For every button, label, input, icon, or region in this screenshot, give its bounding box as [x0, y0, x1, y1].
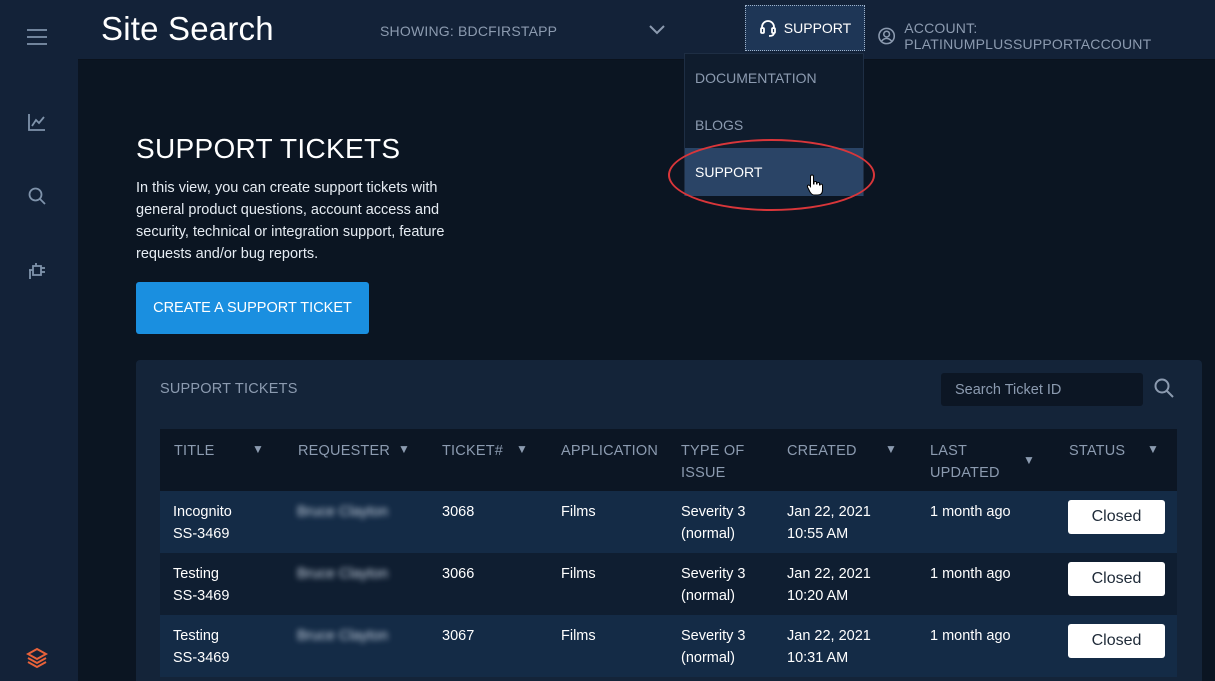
- top-bar: Site Search SHOWING: BDCFIRSTAPP SUPPORT…: [78, 0, 1215, 60]
- support-menu-button[interactable]: SUPPORT: [745, 5, 865, 51]
- headset-icon: [759, 20, 776, 37]
- panel-title: SUPPORT TICKETS: [160, 381, 298, 397]
- column-header-last-updated[interactable]: LAST UPDATED: [930, 440, 1000, 484]
- cell-created: Jan 22, 2021 10:31 AM: [787, 625, 871, 669]
- status-badge[interactable]: Closed: [1068, 624, 1165, 658]
- sidebar: [0, 0, 78, 681]
- cell-ticket-number: 3066: [442, 566, 475, 582]
- column-header-created[interactable]: CREATED: [787, 440, 857, 462]
- created-date: Jan 22, 2021: [787, 504, 871, 520]
- user-circle-icon: [878, 27, 896, 45]
- column-header-requester[interactable]: REQUESTER: [298, 440, 390, 462]
- cell-requester: Bruce Clayton: [297, 504, 389, 520]
- layers-logo-icon[interactable]: [24, 645, 50, 671]
- plug-icon[interactable]: [24, 258, 50, 284]
- sort-arrow-icon[interactable]: ▼: [1023, 453, 1035, 467]
- cell-application: Films: [561, 566, 596, 582]
- created-date: Jan 22, 2021: [787, 628, 871, 644]
- cell-type-of-issue: Severity 3 (normal): [681, 625, 745, 669]
- header-line: UPDATED: [930, 465, 1000, 481]
- cell-created: Jan 22, 2021 10:55 AM: [787, 501, 871, 545]
- page-description: In this view, you can create support tic…: [136, 180, 445, 262]
- type-line: Severity 3: [681, 628, 746, 644]
- search-icon[interactable]: [1153, 377, 1175, 399]
- cell-created: Jan 22, 2021 10:20 AM: [787, 563, 871, 607]
- created-time: 10:55 AM: [787, 526, 849, 542]
- header-line: ISSUE: [681, 465, 726, 481]
- support-button-label: SUPPORT: [783, 20, 852, 36]
- account-menu[interactable]: ACCOUNT: PLATINUMPLUSSUPPORTACCOUNT: [878, 20, 1215, 52]
- chart-icon[interactable]: [24, 109, 50, 135]
- ticket-search-input[interactable]: [941, 373, 1143, 406]
- tickets-table: TITLE ▼ REQUESTER ▼ TICKET# ▼ APPLICATIO…: [160, 429, 1177, 677]
- title-line: Incognito: [173, 504, 232, 520]
- cell-ticket-number: 3067: [442, 628, 475, 644]
- cell-application: Films: [561, 504, 596, 520]
- table-header: TITLE ▼ REQUESTER ▼ TICKET# ▼ APPLICATIO…: [160, 429, 1177, 491]
- title-line: SS-3469: [173, 650, 230, 666]
- sort-arrow-icon[interactable]: ▼: [885, 442, 897, 456]
- cell-requester: Bruce Clayton: [297, 628, 389, 644]
- column-header-ticket[interactable]: TICKET#: [442, 440, 503, 462]
- cell-requester: Bruce Clayton: [297, 566, 389, 582]
- chevron-down-icon[interactable]: [647, 20, 667, 40]
- column-header-application: APPLICATION: [561, 443, 659, 459]
- cell-title: Incognito SS-3469: [173, 501, 232, 545]
- type-line: Severity 3: [681, 504, 746, 520]
- type-line: (normal): [681, 526, 735, 542]
- column-header-title[interactable]: TITLE: [174, 440, 214, 462]
- cell-title: Testing SS-3469: [173, 625, 229, 669]
- header-line: LAST: [930, 443, 968, 459]
- menu-item-documentation[interactable]: DOCUMENTATION: [685, 54, 863, 101]
- title-line: SS-3469: [173, 526, 230, 542]
- table-row[interactable]: Incognito SS-3469 Bruce Clayton 3068 Fil…: [160, 491, 1177, 553]
- support-dropdown-menu: DOCUMENTATION BLOGS SUPPORT: [684, 53, 864, 196]
- type-line: (normal): [681, 588, 735, 604]
- status-badge[interactable]: Closed: [1068, 562, 1165, 596]
- account-label: ACCOUNT: PLATINUMPLUSSUPPORTACCOUNT: [904, 20, 1152, 52]
- title-line: Testing: [173, 628, 219, 644]
- cell-application: Films: [561, 628, 596, 644]
- app-title: Site Search: [101, 10, 274, 47]
- type-line: Severity 3: [681, 566, 746, 582]
- hand-cursor-icon: [806, 174, 824, 201]
- sort-arrow-icon[interactable]: ▼: [398, 442, 410, 456]
- cell-ticket-number: 3068: [442, 504, 475, 520]
- table-row[interactable]: Testing SS-3469 Bruce Clayton 3067 Films…: [160, 615, 1177, 677]
- sort-arrow-icon[interactable]: ▼: [1147, 442, 1159, 456]
- status-badge[interactable]: Closed: [1068, 500, 1165, 534]
- cell-last-updated: 1 month ago: [930, 566, 1011, 582]
- type-line: (normal): [681, 650, 735, 666]
- cell-type-of-issue: Severity 3 (normal): [681, 501, 745, 545]
- created-date: Jan 22, 2021: [787, 566, 871, 582]
- created-time: 10:31 AM: [787, 650, 849, 666]
- column-header-status[interactable]: STATUS: [1069, 440, 1125, 462]
- menu-item-blogs[interactable]: BLOGS: [685, 101, 863, 148]
- header-line: TYPE OF: [681, 443, 745, 459]
- menu-icon[interactable]: [24, 24, 50, 50]
- title-line: Testing: [173, 566, 219, 582]
- cell-title: Testing SS-3469: [173, 563, 229, 607]
- sort-arrow-icon[interactable]: ▼: [252, 442, 264, 456]
- support-tickets-panel: SUPPORT TICKETS TITLE ▼ REQUESTER ▼ TICK…: [136, 360, 1202, 681]
- cell-last-updated: 1 month ago: [930, 504, 1011, 520]
- cell-last-updated: 1 month ago: [930, 628, 1011, 644]
- page-title: SUPPORT TICKETS: [136, 133, 401, 164]
- search-icon[interactable]: [24, 183, 50, 209]
- column-header-type-of-issue: TYPE OF ISSUE: [681, 440, 744, 484]
- menu-item-support[interactable]: SUPPORT: [685, 148, 863, 196]
- app-selector-label[interactable]: SHOWING: BDCFIRSTAPP: [380, 23, 557, 39]
- create-support-ticket-button[interactable]: CREATE A SUPPORT TICKET: [136, 282, 369, 334]
- sort-arrow-icon[interactable]: ▼: [516, 442, 528, 456]
- title-line: SS-3469: [173, 588, 230, 604]
- table-row[interactable]: Testing SS-3469 Bruce Clayton 3066 Films…: [160, 553, 1177, 615]
- created-time: 10:20 AM: [787, 588, 849, 604]
- cell-type-of-issue: Severity 3 (normal): [681, 563, 745, 607]
